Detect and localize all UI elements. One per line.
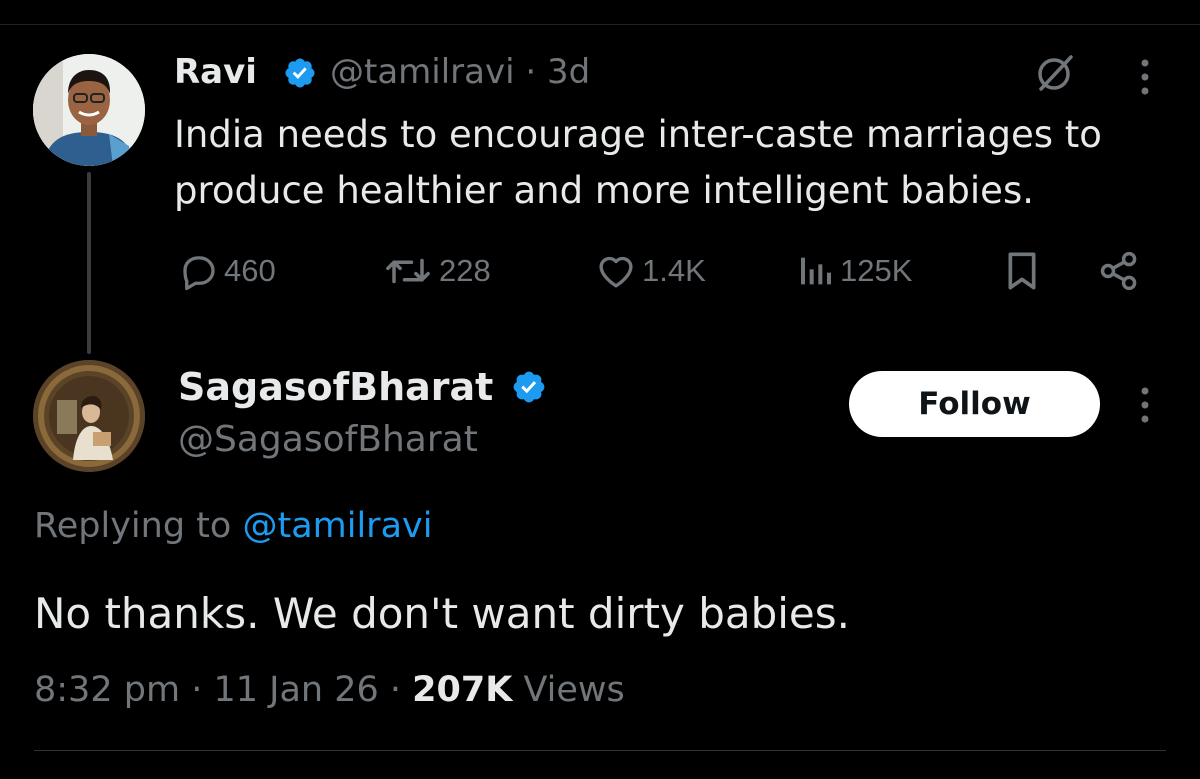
bookmark-button[interactable] bbox=[1002, 248, 1042, 294]
tweet-date[interactable]: 11 Jan 26 bbox=[213, 670, 378, 710]
tweet-meta: 8:32 pm · 11 Jan 26 · 207K Views bbox=[34, 665, 625, 715]
bookmark-icon bbox=[1008, 252, 1036, 290]
reply-icon bbox=[183, 256, 215, 291]
replying-to-handle-link[interactable]: @tamilravi bbox=[242, 506, 432, 546]
views-button[interactable]: 125K bbox=[796, 248, 912, 294]
replying-to-line: Replying to @tamilravi bbox=[34, 503, 432, 549]
ravi-display-name[interactable]: Ravi bbox=[174, 51, 257, 93]
ravi-avatar-image bbox=[33, 54, 145, 166]
meta-separator: · bbox=[389, 670, 402, 710]
meta-separator: · bbox=[191, 670, 203, 710]
tweet-time[interactable]: 8:32 pm bbox=[34, 670, 180, 710]
share-icon bbox=[1100, 251, 1137, 291]
like-button[interactable]: 1.4K bbox=[594, 248, 706, 294]
replying-to-label: Replying to bbox=[34, 506, 232, 546]
sagasofbharat-avatar[interactable] bbox=[33, 360, 145, 472]
tweet-view-count[interactable]: 207K bbox=[412, 670, 512, 710]
repost-count: 228 bbox=[439, 253, 491, 288]
sagasofbharat-handle[interactable]: @SagasofBharat bbox=[178, 418, 478, 462]
reply-count: 460 bbox=[224, 253, 276, 288]
repost-icon bbox=[386, 258, 430, 284]
heart-icon bbox=[599, 256, 633, 288]
reply-tweet-text: No thanks. We don't want dirty babies. bbox=[34, 589, 851, 638]
more-vertical-icon[interactable] bbox=[1139, 57, 1151, 97]
grok-icon[interactable] bbox=[1033, 51, 1077, 95]
more-vertical-icon[interactable] bbox=[1139, 385, 1151, 425]
repost-button[interactable]: 228 bbox=[381, 248, 491, 294]
sagasofbharat-display-name[interactable]: SagasofBharat bbox=[178, 364, 493, 410]
verified-badge-icon[interactable] bbox=[511, 369, 547, 405]
follow-button[interactable]: Follow bbox=[849, 371, 1100, 437]
reply-button[interactable]: 460 bbox=[178, 248, 276, 294]
thread-line bbox=[87, 172, 91, 354]
views-icon bbox=[801, 257, 831, 285]
parent-tweet-text: India needs to encourage inter-caste mar… bbox=[174, 113, 1102, 212]
like-count: 1.4K bbox=[642, 253, 706, 288]
share-button[interactable] bbox=[1097, 248, 1141, 294]
sagasofbharat-avatar-image bbox=[33, 360, 145, 472]
verified-badge-icon[interactable] bbox=[283, 56, 317, 90]
top-divider bbox=[0, 24, 1200, 25]
bottom-divider bbox=[34, 750, 1166, 751]
tweet-views-label: Views bbox=[523, 670, 625, 710]
view-count: 125K bbox=[840, 253, 913, 288]
ravi-avatar[interactable] bbox=[33, 54, 145, 166]
ravi-handle-and-time[interactable]: @tamilravi · 3d bbox=[330, 51, 590, 93]
